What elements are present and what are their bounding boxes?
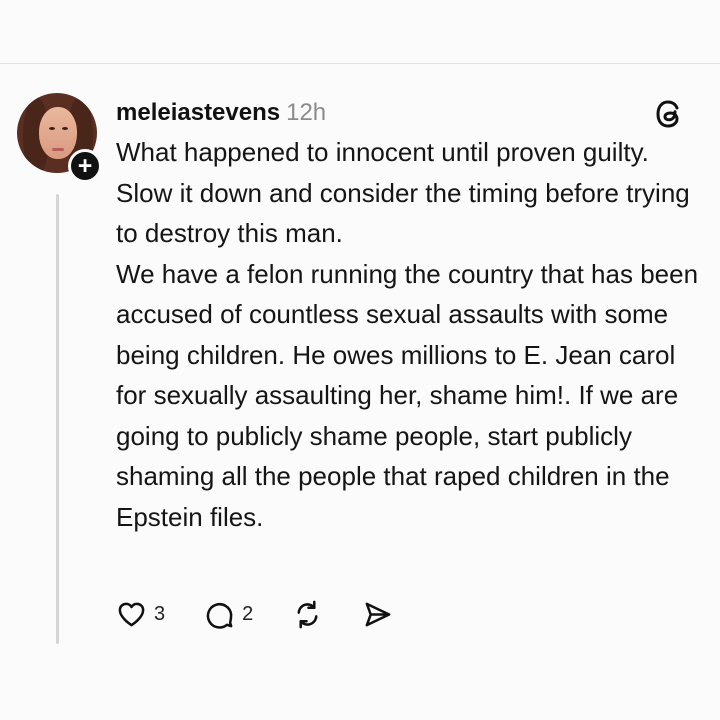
heart-icon: [118, 602, 145, 626]
reply-button[interactable]: 2: [204, 599, 253, 630]
comment-icon: [206, 602, 233, 629]
avatar-eye-left: [49, 127, 55, 130]
post-header: meleiastevens 12h: [116, 94, 706, 132]
send-icon: [365, 602, 391, 626]
follow-button[interactable]: +: [68, 149, 102, 183]
avatar-mouth: [52, 148, 64, 151]
like-count: 3: [154, 602, 166, 625]
top-strip: [0, 0, 720, 63]
post-time: 12h: [286, 99, 327, 126]
share-button[interactable]: [362, 599, 393, 630]
post-actions: 3 2: [116, 594, 432, 634]
like-button[interactable]: 3: [116, 599, 165, 630]
avatar-eye-right: [62, 127, 68, 130]
reply-count: 2: [242, 602, 254, 625]
repost-icon: [297, 600, 318, 628]
post-paragraph-1: What happened to innocent until proven g…: [116, 137, 690, 248]
repost-button[interactable]: [292, 599, 323, 630]
threads-icon: [656, 100, 679, 128]
follow-plus-icon: +: [77, 151, 93, 180]
avatar-face: [39, 107, 77, 159]
username[interactable]: meleiastevens: [116, 99, 280, 127]
post-text: What happened to innocent until proven g…: [116, 132, 706, 537]
threads-post: + meleiastevens 12h What happened to inn…: [0, 64, 720, 720]
thread-line: [56, 194, 59, 644]
post-paragraph-2: We have a felon running the country that…: [116, 258, 699, 532]
